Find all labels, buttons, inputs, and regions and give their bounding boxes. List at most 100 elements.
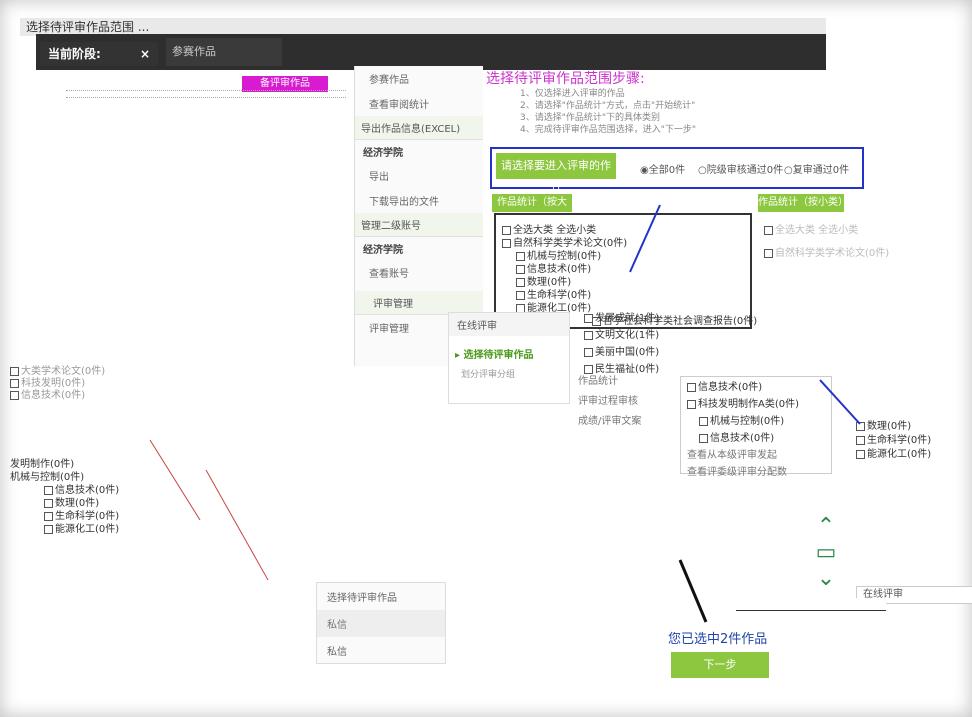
tree-label: 自然科学类学术论文(0件) [775, 248, 890, 259]
checkbox[interactable] [10, 390, 19, 400]
filter-label: 请选择要进入评审的作品 [496, 153, 616, 198]
review-group-link[interactable]: 划分评审分组 [449, 365, 569, 382]
step-1: 1、仅选择进入评审的作品 [520, 89, 625, 99]
checkbox[interactable] [856, 421, 865, 431]
list-item[interactable]: 信息技术(0件) [10, 484, 119, 497]
checkbox[interactable] [687, 399, 696, 409]
checkbox[interactable] [584, 347, 593, 357]
radio-college-label: 院级审核通过0件 [706, 165, 784, 176]
checkbox[interactable] [44, 485, 53, 495]
select-review-link[interactable]: 选择待评审作品 [317, 583, 445, 610]
checkbox[interactable] [10, 378, 19, 388]
popup-item[interactable]: 机械与控制(0件) [681, 411, 831, 428]
radio-review[interactable]: ○复审通过0件 [784, 161, 849, 176]
next-button[interactable]: 下一步 [671, 652, 769, 678]
export-header: 导出作品信息(EXCEL) [355, 116, 483, 140]
popup-label: 信息技术(0件) [698, 382, 763, 393]
popup-item[interactable]: 信息技术(0件) [681, 377, 831, 394]
list-item[interactable]: 生命科学(0件) [856, 434, 931, 448]
messages-header: 私信 [317, 610, 445, 637]
manage-header: 管理二级账号 [355, 213, 483, 237]
list-item[interactable]: 美丽中国(0件) [584, 342, 694, 359]
category-tree-small: 全选大类 全选小类 自然科学类学术论文(0件) [758, 213, 958, 313]
category-popup: 信息技术(0件) 科技发明制作A类(0件) 机械与控制(0件) 信息技术(0件)… [680, 376, 832, 478]
chevron-up-icon[interactable]: ⌃ [812, 514, 840, 540]
list-item[interactable]: 数理(0件) [10, 497, 119, 510]
view-account-link[interactable]: 查看账号 [355, 260, 483, 285]
list-item[interactable]: 发展成就(1件) [584, 308, 694, 325]
review-select-link[interactable]: ▸ 选择待评审作品 [449, 336, 569, 365]
step-4: 4、完成待评审作品范围选择，进入"下一步" [520, 125, 697, 135]
tree-small-item[interactable]: 自然科学类学术论文(0件) [758, 244, 958, 259]
misc-link[interactable]: 评审过程审核 [578, 392, 688, 412]
popup-item[interactable]: 科技发明制作A类(0件) [681, 394, 831, 411]
list-item[interactable]: 科技发明(0件) [10, 378, 130, 390]
checkbox[interactable] [856, 449, 865, 459]
checkbox[interactable] [687, 382, 696, 392]
tree-label: 全选大类 全选小类 [775, 225, 859, 236]
checkbox[interactable] [10, 366, 19, 376]
misc-link[interactable]: 成绩/评审文案 [578, 412, 688, 432]
left-category-list: 发明制作(0件) 机械与控制(0件) 信息技术(0件) 数理(0件) 生命科学(… [10, 458, 119, 536]
list-item[interactable]: 信息技术(0件) [10, 390, 130, 402]
checkbox[interactable] [764, 248, 773, 258]
radio-all[interactable]: ◉全部0件 [640, 161, 685, 176]
selected-count: 您已选中2件作品 [668, 632, 768, 647]
checkbox[interactable] [584, 330, 593, 340]
stats-small-header[interactable]: 作品统计（按小类） [758, 194, 848, 212]
list-item[interactable]: 发明制作(0件) [10, 458, 119, 471]
left-gray-list: 大类学术论文(0件) 科技发明(0件) 信息技术(0件) [10, 366, 130, 402]
checkbox[interactable] [44, 524, 53, 534]
list-label: 文明文化(1件) [595, 330, 660, 341]
radio-college[interactable]: ○院级审核通过0件 [698, 161, 783, 176]
checkbox[interactable] [584, 313, 593, 323]
list-item[interactable]: 数理(0件) [856, 420, 931, 434]
school-label-2: 经济学院 [363, 245, 403, 256]
nav-arrows: ⌃ ▭ ⌄ [812, 514, 840, 592]
checkbox[interactable] [44, 498, 53, 508]
list-item[interactable]: 能源化工(0件) [10, 523, 119, 536]
popup-link[interactable]: 查看从本级评审发起 [681, 445, 831, 462]
download-link[interactable]: 下载导出的文件 [355, 188, 483, 213]
sidebar-item-stats[interactable]: 查看审阅统计 [355, 91, 483, 116]
list-item[interactable]: 能源化工(0件) [856, 448, 931, 462]
checkbox[interactable] [502, 238, 511, 248]
list-label: 发展成就(1件) [595, 313, 660, 324]
checkbox[interactable] [44, 511, 53, 521]
list-label: 生命科学(0件) [867, 435, 932, 446]
list-item[interactable]: 大类学术论文(0件) [10, 366, 130, 378]
sidebar-item-works[interactable]: 参赛作品 [355, 66, 483, 91]
subcategory-list: 发展成就(1件) 文明文化(1件) 美丽中国(0件) 民生福祉(0件) [584, 308, 694, 376]
chevron-down-icon[interactable]: ⌄ [812, 566, 840, 592]
popup-link[interactable]: 查看评委级评审分配数 [681, 462, 831, 479]
filter-box: 请选择要进入评审的作品 ◉全部0件 ○院级审核通过0件 ○复审通过0件 [490, 147, 864, 198]
stats-big-header[interactable]: 作品统计（按大类） [492, 194, 572, 226]
checkbox[interactable] [699, 416, 708, 426]
list-item[interactable]: 生命科学(0件) [10, 510, 119, 523]
chat-icon[interactable]: ▭ [812, 540, 840, 566]
arrow-line [149, 439, 201, 521]
misc-link[interactable]: 作品统计 [578, 372, 688, 392]
popup-item[interactable]: 信息技术(0件) [681, 428, 831, 445]
review-panel: 在线评审 ▸ 选择待评审作品 划分评审分组 [448, 312, 570, 404]
checkbox[interactable] [764, 225, 773, 235]
step-2: 2、请选择"作品统计"方式，点击"开始统计" [520, 101, 696, 111]
list-label: 数理(0件) [55, 498, 100, 509]
export-link[interactable]: 导出 [355, 163, 483, 188]
screenshot-canvas: 选择待评审作品范围 ... 当前阶段: × 参赛作品 备评审作品 参赛作品 查看… [0, 0, 972, 717]
checkbox[interactable] [699, 433, 708, 443]
list-item[interactable]: 机械与控制(0件) [10, 471, 119, 484]
tree-small-select[interactable]: 全选大类 全选小类 [758, 213, 958, 244]
review-header: 在线评审 [449, 313, 569, 336]
stage-label: 当前阶段: [48, 47, 101, 61]
arrow-line [205, 469, 269, 581]
messages-link[interactable]: 私信 [317, 637, 445, 664]
sub-tab[interactable]: 参赛作品 [166, 38, 282, 66]
list-label: 大类学术论文(0件) [21, 366, 106, 377]
close-icon[interactable]: × [140, 42, 150, 66]
school-label: 经济学院 [363, 148, 403, 159]
list-label: 数理(0件) [867, 421, 912, 432]
list-item[interactable]: 文明文化(1件) [584, 325, 694, 342]
underline-bar [736, 598, 886, 611]
checkbox[interactable] [856, 435, 865, 445]
